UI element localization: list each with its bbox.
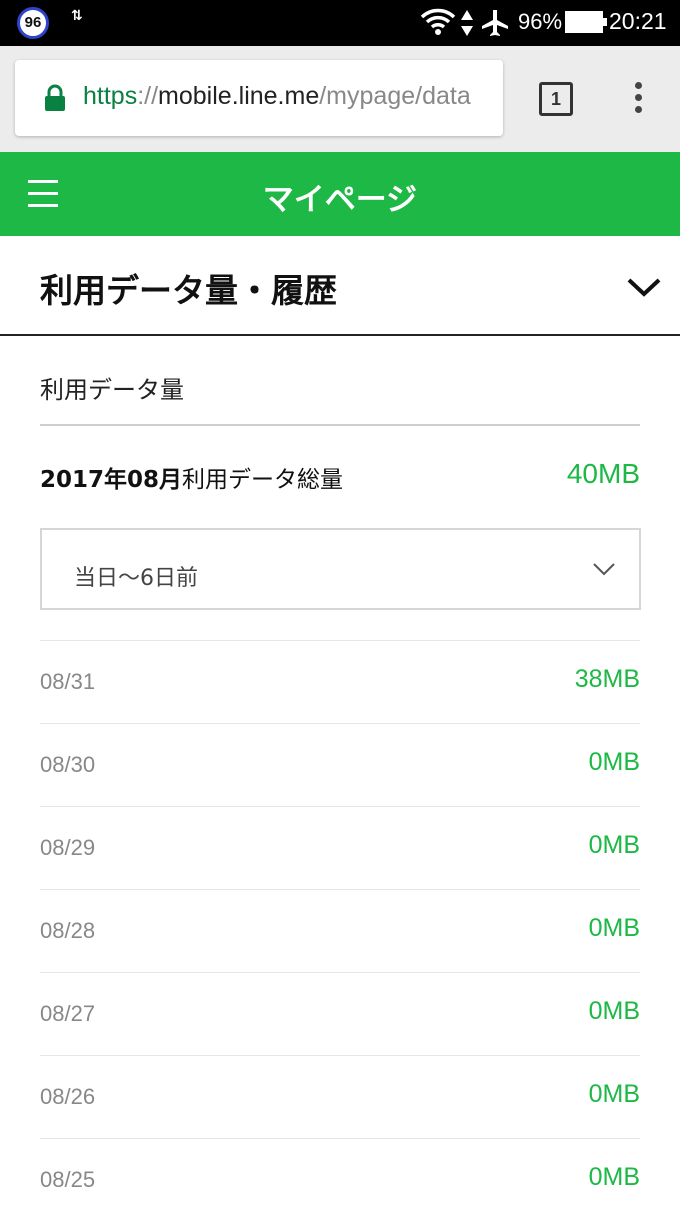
up-down-arrows-icon	[461, 10, 473, 36]
url-text: https://mobile.line.me/mypage/data	[83, 82, 471, 111]
battery-percent: 96%	[518, 9, 563, 34]
url-fade	[473, 60, 503, 136]
row-date: 08/27	[40, 1001, 96, 1026]
page-title: マイページ	[262, 182, 418, 218]
row-value: 0MB	[588, 997, 640, 1025]
battery-icon	[565, 11, 607, 33]
daily-usage-list: 08/31 38MB 08/30 0MB 08/29 0MB 08/28 0MB…	[40, 640, 640, 1208]
total-usage-row: 2017年08月利用データ総量 40MB	[40, 458, 640, 498]
status-bar: 96 ⇅ 96% 20:21	[0, 0, 680, 46]
row-value: 0MB	[588, 914, 640, 942]
section-title: 利用データ量・履歴	[40, 271, 337, 310]
usage-label: 利用データ量	[40, 376, 184, 404]
url-path: /mypage/data	[319, 82, 471, 110]
row-date: 08/25	[40, 1167, 96, 1192]
list-item: 08/25 0MB	[40, 1138, 640, 1208]
row-date: 08/28	[40, 918, 96, 943]
row-value: 38MB	[574, 665, 640, 693]
list-item: 08/26 0MB	[40, 1055, 640, 1138]
tab-switcher-button[interactable]: 1	[539, 82, 573, 116]
total-usage-label: 2017年08月利用データ総量	[40, 460, 343, 494]
section-header[interactable]: 利用データ量・履歴	[0, 236, 680, 336]
row-date: 08/31	[40, 669, 96, 694]
url-scheme: https	[83, 82, 138, 110]
lock-icon	[45, 84, 65, 111]
url-host: mobile.line.me	[158, 82, 320, 110]
airplane-icon	[482, 10, 508, 36]
row-date: 08/26	[40, 1084, 96, 1109]
address-bar[interactable]: https://mobile.line.me/mypage/data	[15, 60, 503, 136]
list-item: 08/30 0MB	[40, 723, 640, 806]
row-value: 0MB	[588, 831, 640, 859]
total-period: 2017年08月	[40, 467, 183, 493]
total-label-text: 利用データ総量	[182, 467, 344, 493]
row-date: 08/30	[40, 752, 96, 777]
notification-badge: 96	[17, 7, 49, 39]
list-item: 08/31 38MB	[40, 640, 640, 723]
chevron-down-icon[interactable]	[626, 276, 662, 298]
overflow-menu-icon[interactable]	[626, 82, 650, 118]
browser-toolbar: https://mobile.line.me/mypage/data 1	[0, 46, 680, 152]
range-select-value: 当日～6日前	[74, 566, 198, 591]
row-value: 0MB	[588, 1163, 640, 1191]
clock: 20:21	[609, 8, 667, 34]
range-select[interactable]: 当日～6日前	[40, 528, 641, 610]
list-item: 08/29 0MB	[40, 806, 640, 889]
url-separator: ://	[137, 82, 159, 110]
row-date: 08/29	[40, 835, 96, 860]
app-header: マイページ	[0, 152, 680, 236]
list-item: 08/27 0MB	[40, 972, 640, 1055]
data-activity-icon: ⇅	[71, 8, 83, 24]
divider	[40, 424, 640, 426]
chevron-down-icon	[593, 563, 615, 576]
wifi-icon	[420, 8, 456, 35]
row-value: 0MB	[588, 1080, 640, 1108]
total-usage-value: 40MB	[566, 458, 640, 489]
list-item: 08/28 0MB	[40, 889, 640, 972]
row-value: 0MB	[588, 748, 640, 776]
